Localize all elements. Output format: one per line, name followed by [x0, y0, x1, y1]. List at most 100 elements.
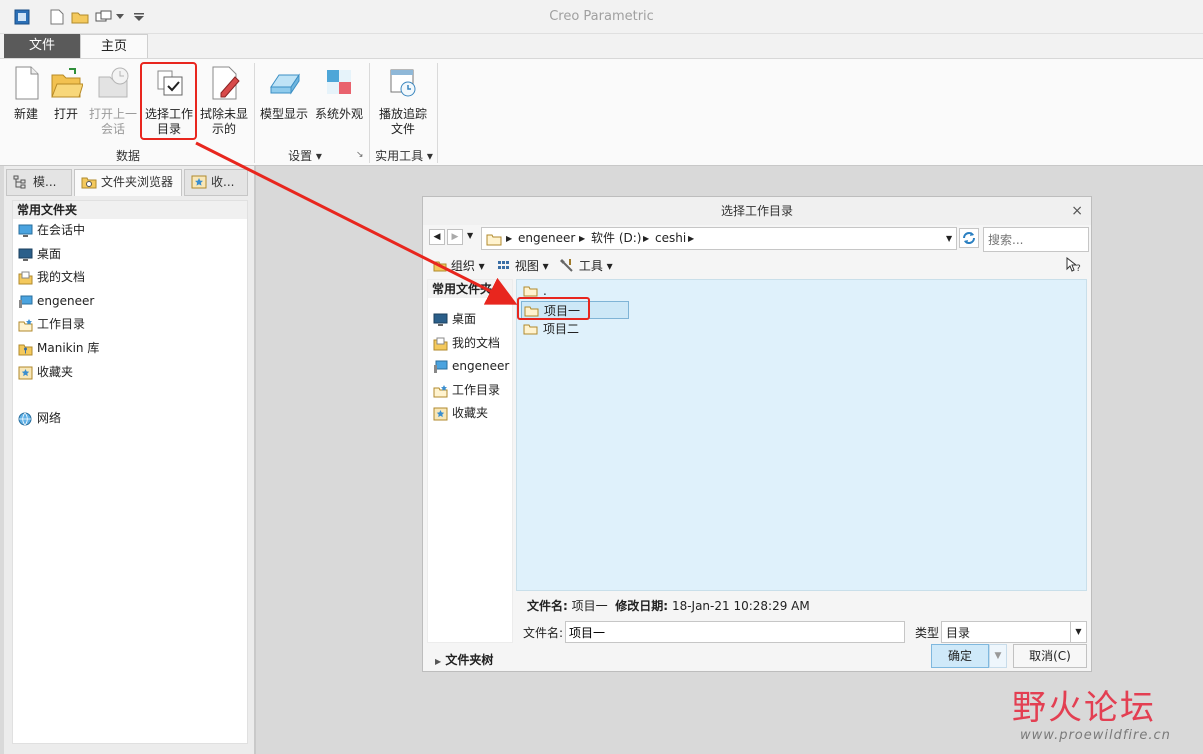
crumb-arrow-icon: ▶ [506, 234, 513, 243]
new-label: 新建 [13, 107, 38, 121]
file-item-project-2[interactable]: 项目二 [521, 320, 579, 338]
search-input[interactable] [983, 227, 1089, 252]
address-bar[interactable]: ▶ engeneer ▶ 软件 (D:) ▶ ceshi ▶ ▼ [481, 227, 957, 250]
view-label: 视图 ▾ [514, 259, 549, 273]
documents-icon [433, 337, 448, 351]
info-date-label: 修改日期: [615, 599, 669, 613]
dialog-nav-label: 桌面 [452, 312, 477, 326]
select-working-directory-dialog: 选择工作目录 × ◀ ▶ ▼ ▶ engeneer ▶ 软件 (D:) ▶ ce… [422, 196, 1092, 672]
dialog-nav-working-directory[interactable]: 工作目录 [428, 379, 512, 403]
forward-arrow-icon[interactable]: ▶ [447, 229, 463, 245]
open-button[interactable]: 打开 [46, 63, 86, 122]
folder-browser-icon [81, 177, 97, 189]
tab-model-tree[interactable]: 模... [6, 169, 72, 196]
info-name-label: 文件名: [527, 599, 568, 613]
nav-item-in-session[interactable]: 在会话中 [13, 219, 247, 243]
app-title: Creo Parametric [549, 9, 654, 24]
settings-launcher-icon[interactable]: ↘ [356, 150, 364, 160]
erase-label-2: 示的 [211, 122, 236, 136]
group-label-utilities[interactable]: 实用工具 ▾ [372, 147, 436, 164]
file-item-label: . [543, 284, 547, 298]
system-appearance-button[interactable]: 系统外观 [313, 63, 365, 122]
splitter[interactable] [254, 166, 256, 754]
tools-menu[interactable]: 工具 ▾ [559, 257, 613, 275]
dialog-toolbar: 组织 ▾ 视图 ▾ 工具 ▾ ? [431, 256, 1089, 278]
dialog-nav-my-documents[interactable]: 我的文档 [428, 332, 512, 356]
view-menu[interactable]: 视图 ▾ [497, 257, 549, 275]
tab-home[interactable]: 主页 [80, 34, 148, 58]
watermark-text: 野火论坛 [1012, 688, 1156, 728]
documents-icon [18, 271, 33, 285]
working-directory-icon [433, 384, 448, 398]
open-last-label-1: 打开上一 [88, 107, 137, 121]
breadcrumb-engeneer[interactable]: engeneer [518, 228, 575, 249]
tools-icon [560, 259, 573, 272]
new-button[interactable]: 新建 [8, 63, 44, 122]
monitor-icon [18, 224, 33, 237]
crumb-arrow-icon: ▶ [643, 234, 650, 243]
nav-item-label: 收藏夹 [37, 364, 74, 379]
dialog-nav-favorites[interactable]: 收藏夹 [428, 402, 512, 426]
view-icon [498, 261, 509, 269]
tab-file[interactable]: 文件 [4, 34, 80, 58]
refresh-icon[interactable] [959, 228, 979, 248]
file-list[interactable]: . 项目一 项目二 [516, 279, 1087, 591]
organize-icon [433, 261, 447, 272]
file-info: 文件名: 项目一 修改日期: 18-Jan-21 10:28:29 AM [527, 597, 810, 614]
ok-dropdown-icon[interactable]: ▼ [989, 644, 1007, 668]
network-icon [18, 412, 32, 426]
model-display-button[interactable]: 模型显示 [258, 63, 310, 122]
navigator-tabs: 模... 文件夹浏览器 收... [4, 166, 254, 196]
nav-item-label: 网络 [37, 411, 62, 426]
title-bar: Creo Parametric [0, 0, 1203, 34]
type-select[interactable]: 目录 ▼ [941, 621, 1087, 643]
common-folders-panel: 常用文件夹 在会话中 桌面 我的文档 engeneer 工作目录 Manikin… [12, 200, 248, 744]
dialog-nav-desktop[interactable]: 桌面 [428, 308, 512, 332]
breadcrumb-ceshi[interactable]: ceshi [655, 228, 686, 249]
nav-item-manikin-library[interactable]: Manikin 库 [13, 337, 247, 361]
open-last-session-button[interactable]: 打开上一 会话 [88, 63, 138, 137]
ok-button[interactable]: 确定 [931, 644, 989, 668]
dialog-nav-label: 我的文档 [452, 335, 501, 350]
group-label-settings[interactable]: 设置 ▾ [270, 147, 340, 164]
nav-item-label: 桌面 [37, 246, 62, 261]
dialog-title: 选择工作目录 [423, 197, 1091, 225]
filename-input[interactable] [565, 621, 905, 643]
close-icon[interactable]: × [1071, 203, 1083, 219]
erase-not-displayed-button[interactable]: 拭除未显 示的 [197, 63, 251, 137]
desktop-icon [433, 313, 448, 326]
working-directory-icon [18, 319, 33, 332]
nav-item-engeneer[interactable]: engeneer [13, 290, 247, 314]
crumb-arrow-icon: ▶ [688, 234, 695, 243]
crumb-arrow-icon: ▶ [579, 234, 586, 243]
erase-label-1: 拭除未显 [199, 107, 248, 121]
play-trail-file-button[interactable]: 播放追踪 文件 [376, 63, 430, 137]
highlight-project-1 [517, 297, 590, 320]
tab-model-tree-label: 模... [33, 175, 57, 189]
dialog-nav-engeneer[interactable]: engeneer [428, 355, 512, 379]
nav-item-favorites[interactable]: 收藏夹 [13, 361, 247, 385]
nav-item-network[interactable]: 网络 [13, 407, 247, 431]
tab-folder-browser[interactable]: 文件夹浏览器 [74, 169, 182, 196]
address-dropdown-icon[interactable]: ▼ [946, 228, 952, 249]
nav-item-my-documents[interactable]: 我的文档 [13, 266, 247, 290]
nav-item-desktop[interactable]: 桌面 [13, 243, 247, 267]
back-arrow-icon[interactable]: ◀ [429, 229, 445, 245]
ribbon-separator [437, 63, 438, 163]
organize-menu[interactable]: 组织 ▾ [433, 257, 485, 275]
dialog-common-folders: 常用文件夹 桌面 我的文档 engeneer 工作目录 收藏夹 [427, 279, 513, 643]
highlight-select-dir [140, 62, 197, 140]
history-dropdown-icon[interactable]: ▼ [467, 231, 473, 240]
nav-item-working-directory[interactable]: 工作目录 [13, 313, 247, 337]
help-pointer-icon[interactable]: ? [1065, 256, 1083, 278]
folder-tree-toggle[interactable]: ▶ 文件夹树 [435, 651, 493, 668]
tab-favorites[interactable]: 收... [184, 169, 248, 196]
tab-folder-browser-label: 文件夹浏览器 [101, 175, 174, 189]
breadcrumb-drive[interactable]: 软件 (D:) [591, 228, 641, 249]
desktop-icon [18, 248, 33, 261]
play-trail-icon [390, 69, 416, 97]
cancel-button[interactable]: 取消(C) [1013, 644, 1087, 668]
favorites-icon [433, 407, 448, 421]
chevron-down-icon: ▼ [1070, 622, 1086, 642]
nav-item-label: 工作目录 [37, 317, 86, 332]
